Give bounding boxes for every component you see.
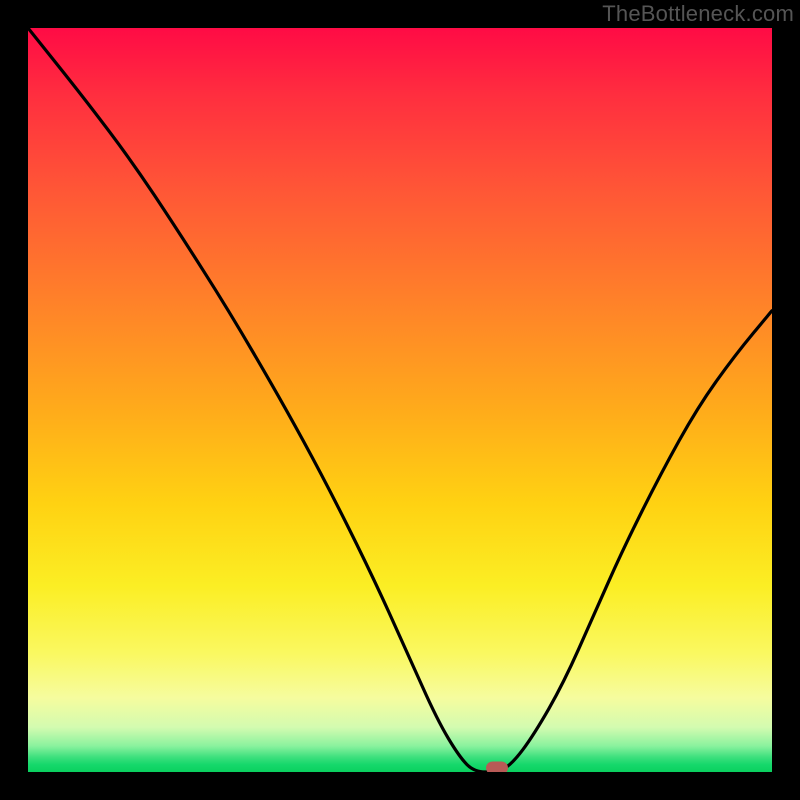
watermark-text: TheBottleneck.com bbox=[602, 1, 794, 27]
chart-frame: TheBottleneck.com bbox=[0, 0, 800, 800]
plot-area bbox=[28, 28, 772, 772]
curve-svg bbox=[28, 28, 772, 772]
optimal-point-marker bbox=[486, 762, 508, 772]
bottleneck-curve-path bbox=[28, 28, 772, 772]
